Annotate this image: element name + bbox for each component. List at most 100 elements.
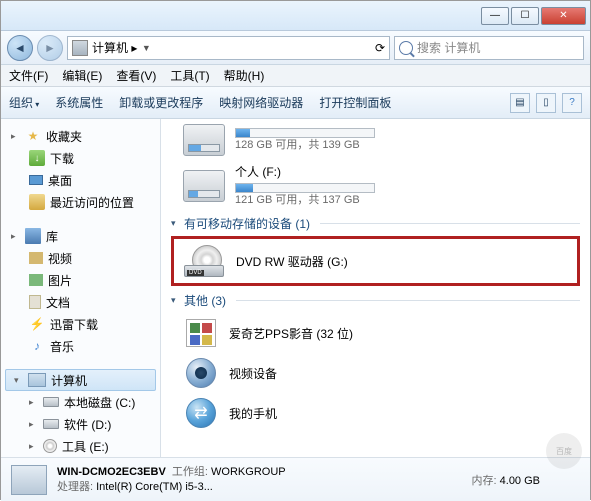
item-label: 桌面 [48,172,72,189]
item-label: 音乐 [50,338,74,355]
sidebar-item-pictures[interactable]: 图片 [1,269,160,291]
menu-tools[interactable]: 工具(T) [170,67,209,84]
item-label: 文档 [46,294,70,311]
menu-edit[interactable]: 编辑(E) [62,67,102,84]
menu-view[interactable]: 查看(V) [116,67,156,84]
view-mode-button[interactable]: ▤ [510,93,530,113]
sidebar-item-music[interactable]: ♪音乐 [1,335,160,357]
section-label: 其他 (3) [184,292,226,309]
favorites-group[interactable]: ▸ ★ 收藏夹 [1,125,160,147]
item-label: 图片 [48,272,72,289]
organize-button[interactable]: 组织 [9,94,39,111]
drive-item[interactable]: 128 GB 可用，共 139 GB [183,119,580,163]
collapse-icon: ▾ [171,218,180,229]
computer-large-icon [11,465,47,495]
libraries-group[interactable]: ▸ 库 [1,225,160,247]
menu-bar: 文件(F) 编辑(E) 查看(V) 工具(T) 帮助(H) [1,65,590,87]
system-properties-button[interactable]: 系统属性 [55,94,103,111]
item-label: 本地磁盘 (C:) [64,394,135,411]
minimize-button[interactable]: — [481,7,509,25]
address-bar[interactable]: 计算机 ▸ ▼ ⟳ [67,36,390,60]
item-label: 工具 (E:) [62,438,109,455]
sidebar-item-computer[interactable]: ▾ 计算机 [5,369,156,391]
item-label: 我的手机 [229,405,277,422]
sidebar-item-documents[interactable]: 文档 [1,291,160,313]
libraries-label: 库 [46,228,58,245]
menu-help[interactable]: 帮助(H) [224,67,265,84]
expand-icon: ▾ [14,375,23,386]
uninstall-button[interactable]: 卸载或更改程序 [119,94,203,111]
collapse-icon: ▾ [171,295,180,306]
sidebar-item-disk-e[interactable]: ▸工具 (E:) [1,435,160,457]
address-dropdown-icon[interactable]: ▼ [137,43,155,53]
watermark: 百度 [546,433,582,469]
drive-capacity: 128 GB 可用，共 139 GB [235,138,375,153]
help-button[interactable]: ? [562,93,582,113]
other-item-camera[interactable]: 视频设备 [183,353,580,393]
sidebar-item-videos[interactable]: 视频 [1,247,160,269]
memory-value: 4.00 GB [500,475,540,487]
map-network-drive-button[interactable]: 映射网络驱动器 [219,94,303,111]
search-placeholder: 搜索 计算机 [417,39,480,56]
workgroup-label: 工作组: [172,466,208,478]
pps-icon [183,315,219,351]
drive-name: 个人 (F:) [235,164,375,181]
other-section-header[interactable]: ▾ 其他 (3) [171,292,580,309]
memory-label: 内存: [472,475,497,487]
back-button[interactable]: ◄ [7,35,33,61]
collapse-icon: ▸ [11,231,20,242]
title-bar: — ☐ ✕ [1,1,590,31]
removable-section-header[interactable]: ▾ 有可移动存储的设备 (1) [171,215,580,232]
refresh-button[interactable]: ⟳ [375,41,385,55]
sidebar-item-recent[interactable]: 最近访问的位置 [1,191,160,213]
library-icon [25,228,41,244]
thunder-icon: ⚡ [29,316,45,332]
cpu-label: 处理器: [57,481,93,493]
dvd-drive-label: DVD RW 驱动器 (G:) [236,253,348,270]
expand-icon: ▸ [29,419,38,430]
control-panel-button[interactable]: 打开控制面板 [319,94,391,111]
item-label: 视频设备 [229,365,277,382]
navigation-bar: ◄ ► 计算机 ▸ ▼ ⟳ 搜索 计算机 [1,31,590,65]
item-label: 下载 [50,150,74,167]
cd-icon [43,439,57,453]
sidebar-item-desktop[interactable]: 桌面 [1,169,160,191]
desktop-icon [29,175,43,185]
explorer-body: ▸ ★ 收藏夹 ↓ 下载 桌面 最近访问的位置 ▸ 库 视频 图片 文档 ⚡迅雷下… [1,119,590,457]
search-input[interactable]: 搜索 计算机 [394,36,584,60]
camera-icon [183,355,219,391]
capacity-bar [235,128,375,138]
computer-icon [28,373,46,387]
drive-icon [183,124,225,156]
document-icon [29,295,41,309]
drive-item-f[interactable]: 个人 (F:) 121 GB 可用，共 137 GB [183,163,580,209]
sidebar-item-disk-d[interactable]: ▸软件 (D:) [1,413,160,435]
capacity-bar [235,183,375,193]
sidebar-item-disk-c[interactable]: ▸本地磁盘 (C:) [1,391,160,413]
dvd-drive-item[interactable]: DVD DVD RW 驱动器 (G:) [184,241,575,281]
menu-file[interactable]: 文件(F) [9,67,48,84]
search-icon [399,41,413,55]
computer-label: 计算机 [51,372,87,389]
divider [236,300,580,301]
collapse-icon: ▸ [11,131,20,142]
sidebar-item-thunder[interactable]: ⚡迅雷下载 [1,313,160,335]
workgroup-value: WORKGROUP [211,466,286,478]
forward-button[interactable]: ► [37,35,63,61]
download-icon: ↓ [29,150,45,166]
details-pane: WIN-DCMO2EC3EBV 工作组: WORKGROUP 处理器: Inte… [1,457,590,501]
other-item-pps[interactable]: 爱奇艺PPS影音 (32 位) [183,313,580,353]
other-item-phone[interactable]: ⇄ 我的手机 [183,393,580,433]
close-button[interactable]: ✕ [541,7,586,25]
disk-icon [43,397,59,407]
star-icon: ★ [25,128,41,144]
dvd-drive-icon: DVD [184,245,226,277]
drive-icon [183,170,225,202]
phone-icon: ⇄ [183,395,219,431]
item-label: 爱奇艺PPS影音 (32 位) [229,325,353,342]
maximize-button[interactable]: ☐ [511,7,539,25]
preview-pane-button[interactable]: ▯ [536,93,556,113]
drive-capacity: 121 GB 可用，共 137 GB [235,193,375,208]
content-pane: 128 GB 可用，共 139 GB 个人 (F:) 121 GB 可用，共 1… [161,119,590,457]
sidebar-item-downloads[interactable]: ↓ 下载 [1,147,160,169]
